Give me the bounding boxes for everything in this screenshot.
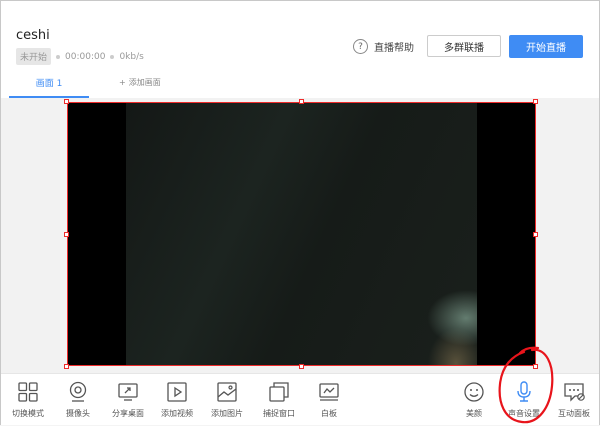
resize-handle[interactable] xyxy=(64,232,69,237)
stream-time: 00:00:00 xyxy=(65,51,106,62)
window-capture-icon xyxy=(269,382,289,402)
bottom-toolbar: 切换模式 摄像头 分享桌面 添加视频 添加图片 捕捉窗口 白板 美颜 声音设置 … xyxy=(1,373,599,425)
status-dot xyxy=(56,54,61,59)
camera-feed xyxy=(126,103,477,365)
scene-tabs: 画面 1 + 添加画面 xyxy=(1,68,599,98)
add-scene-label: 添加画面 xyxy=(128,78,161,87)
tool-label: 添加视频 xyxy=(161,409,193,418)
resize-handle[interactable] xyxy=(299,364,304,369)
resize-handle[interactable] xyxy=(64,99,69,104)
beauty-button[interactable]: 美颜 xyxy=(448,380,500,419)
tool-label: 声音设置 xyxy=(508,409,540,418)
app-window: ⚙ — ☐ ✕ ceshi 未开始 00:00:00 0kb/s ? 直播帮助 … xyxy=(0,0,600,425)
tool-label: 白板 xyxy=(321,409,337,418)
tool-label: 分享桌面 xyxy=(112,409,144,418)
tool-label: 互动面板 xyxy=(558,409,590,418)
tool-label: 添加图片 xyxy=(211,409,243,418)
resize-handle[interactable] xyxy=(533,364,538,369)
grid-icon xyxy=(18,382,38,402)
camera-button[interactable]: 摄像头 xyxy=(52,380,104,419)
smile-icon xyxy=(464,382,484,402)
tool-label: 捕捉窗口 xyxy=(263,409,295,418)
switch-mode-button[interactable]: 切换模式 xyxy=(2,380,54,419)
tab-scene-1[interactable]: 画面 1 xyxy=(9,68,89,98)
interactive-panel-button[interactable]: 互动面板 xyxy=(548,380,600,419)
resize-handle[interactable] xyxy=(64,364,69,369)
whiteboard-button[interactable]: 白板 xyxy=(303,380,355,419)
video-preview[interactable] xyxy=(67,102,536,366)
live-help-link[interactable]: ? 直播帮助 xyxy=(353,39,414,54)
add-scene-button[interactable]: + 添加画面 xyxy=(119,77,161,88)
stream-bitrate: 0kb/s xyxy=(119,51,144,62)
help-icon: ? xyxy=(353,39,368,54)
plus-icon: + xyxy=(119,78,126,87)
help-label: 直播帮助 xyxy=(374,43,414,54)
multi-group-broadcast-button[interactable]: 多群联播 xyxy=(427,35,501,57)
status-dot xyxy=(110,54,115,59)
tool-label: 美颜 xyxy=(466,409,482,418)
microphone-icon xyxy=(517,381,531,402)
share-desktop-icon xyxy=(118,383,138,401)
chat-panel-icon xyxy=(564,383,585,402)
status-badge: 未开始 xyxy=(16,48,52,65)
stream-status-row: 未开始 00:00:00 0kb/s xyxy=(16,48,144,65)
header: ceshi 未开始 00:00:00 0kb/s ? 直播帮助 多群联播 开始直… xyxy=(1,1,599,67)
add-video-button[interactable]: 添加视频 xyxy=(151,380,203,419)
image-icon xyxy=(217,382,237,402)
camera-icon xyxy=(69,381,87,402)
whiteboard-icon xyxy=(319,383,339,401)
tool-label: 切换模式 xyxy=(12,409,44,418)
stream-title: ceshi xyxy=(16,28,50,43)
resize-handle[interactable] xyxy=(299,99,304,104)
add-image-button[interactable]: 添加图片 xyxy=(201,380,253,419)
video-play-icon xyxy=(167,382,187,402)
canvas-area xyxy=(1,98,599,373)
share-desktop-button[interactable]: 分享桌面 xyxy=(102,380,154,419)
capture-window-button[interactable]: 捕捉窗口 xyxy=(253,380,305,419)
tool-label: 摄像头 xyxy=(66,409,90,418)
resize-handle[interactable] xyxy=(533,232,538,237)
start-live-button[interactable]: 开始直播 xyxy=(509,35,583,58)
resize-handle[interactable] xyxy=(533,99,538,104)
sound-settings-button[interactable]: 声音设置 xyxy=(498,380,550,419)
